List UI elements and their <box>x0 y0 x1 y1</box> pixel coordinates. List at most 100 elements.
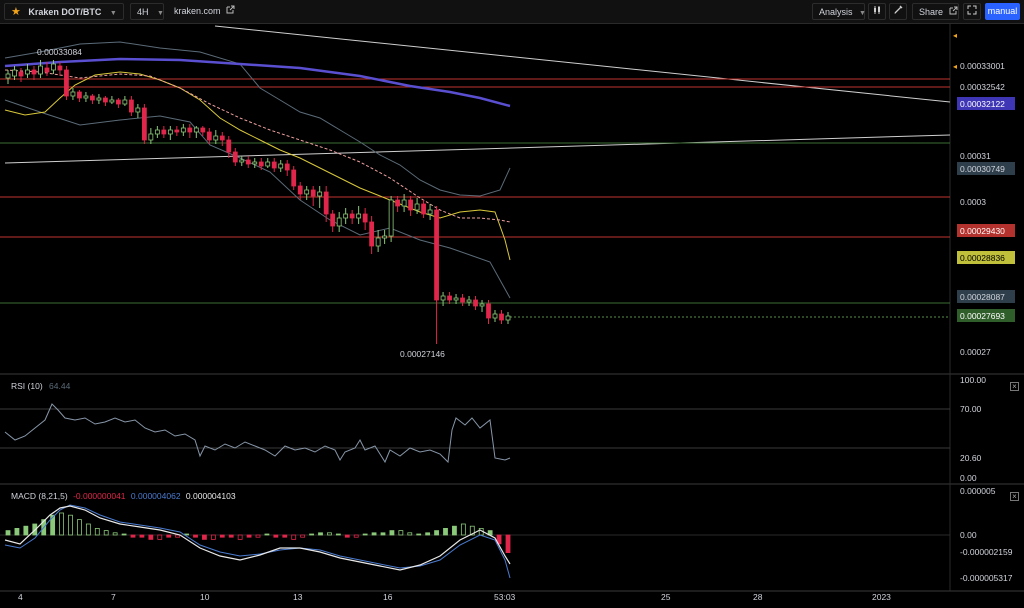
macd-bar <box>130 534 136 538</box>
candle-body <box>258 161 264 167</box>
chevron-down-icon: ▼ <box>859 10 866 17</box>
macd-bar <box>103 530 109 536</box>
candle-body <box>479 303 485 307</box>
star-icon[interactable]: ★ <box>11 6 21 18</box>
macd-bar <box>23 525 29 536</box>
candle-body <box>284 163 290 171</box>
candle-body <box>401 199 407 207</box>
candle-body <box>362 213 368 223</box>
share-button[interactable]: Share <box>912 3 959 20</box>
macd-bar <box>148 534 154 540</box>
macd-bar <box>202 534 207 540</box>
candle-body <box>278 163 284 169</box>
time-tick: 53:03 <box>494 592 516 602</box>
macd-bar <box>452 525 457 536</box>
candle-body <box>90 95 95 101</box>
candle-body <box>180 127 186 133</box>
candle-body <box>51 63 56 71</box>
trend-line-upper[interactable] <box>214 25 951 103</box>
macd-bar <box>77 519 82 536</box>
rsi-panel[interactable]: 100.00 70.00 20.60 0.00 <box>0 375 986 483</box>
candle-body <box>200 127 206 133</box>
candle-body <box>304 189 310 195</box>
macd-bar <box>94 528 100 536</box>
candle-body <box>245 159 251 165</box>
price-axis[interactable]: ◂ ◂ 0.00033001 0.00031 0.0003 0.00027 0.… <box>953 31 1015 357</box>
price-tag: 0.00027693 <box>960 311 1005 321</box>
time-tick: 16 <box>383 592 393 602</box>
candle-body <box>466 299 472 303</box>
source-label: kraken.com <box>174 6 221 16</box>
rsi-tick: 70.00 <box>960 404 982 414</box>
candle-body <box>187 127 193 133</box>
macd-bar <box>166 534 172 538</box>
close-icon[interactable]: × <box>1010 382 1019 391</box>
chevron-down-icon: ▼ <box>157 10 164 17</box>
interval-selector[interactable]: 4H ▼ <box>130 3 164 20</box>
price-tag: 0.00029430 <box>960 226 1005 236</box>
indicators-button[interactable] <box>868 3 886 20</box>
fullscreen-button[interactable] <box>963 3 981 20</box>
close-icon[interactable]: × <box>1010 492 1019 501</box>
analysis-dropdown[interactable]: Analysis ▼ <box>812 3 866 20</box>
macd-tick: -0.000002159 <box>960 547 1013 557</box>
candle-body <box>25 69 30 75</box>
rsi-value: 64.44 <box>49 381 71 391</box>
price-tag: 0.00032122 <box>960 99 1005 109</box>
pencil-icon <box>893 5 903 17</box>
macd-bar <box>309 533 314 536</box>
macd-signal-line <box>4 504 511 579</box>
alert-marker-icon: ◂ <box>953 31 957 40</box>
macd-value: 0.000004103 <box>185 491 236 501</box>
macd-line <box>4 505 511 571</box>
candle-body <box>460 297 465 303</box>
candle-body <box>57 65 63 71</box>
time-tick: 25 <box>661 592 671 602</box>
candle-body <box>414 203 420 211</box>
macd-bar <box>246 534 252 538</box>
macd-bar <box>210 534 216 540</box>
price-tick: 0.00027 <box>960 347 991 357</box>
macd-bar <box>353 534 359 538</box>
macd-signal-value: 0.000004062 <box>130 491 181 501</box>
candle-body <box>226 139 232 153</box>
macd-bar <box>416 533 422 536</box>
candle-body <box>349 213 355 219</box>
manual-button[interactable]: manual <box>985 3 1020 20</box>
rsi-line <box>4 403 511 464</box>
macd-bar <box>460 523 466 536</box>
macd-bar <box>335 533 341 536</box>
rsi-tick: 0.00 <box>960 473 977 483</box>
share-label: Share <box>919 7 944 17</box>
macd-bar <box>300 534 306 538</box>
macd-bar <box>443 528 448 536</box>
candle-body <box>5 73 11 79</box>
candle-body <box>213 135 219 141</box>
chart-area[interactable]: 0.00033084 0.00027146 ◂ ◂ 0.00033001 0.0… <box>0 24 1024 608</box>
source-link[interactable]: kraken.com <box>174 3 235 20</box>
candle-body <box>232 151 238 163</box>
candle-body <box>18 71 24 77</box>
candle-body <box>154 129 160 135</box>
candle-body <box>148 133 154 141</box>
macd-bar <box>85 523 91 536</box>
price-tag: 0.00032542 <box>960 82 1005 92</box>
candle-body <box>427 209 433 215</box>
macd-bar <box>228 534 234 538</box>
candle-body <box>219 135 225 141</box>
candle-body <box>291 169 297 187</box>
symbol-selector[interactable]: ★ Kraken DOT/BTC ▼ <box>4 3 124 20</box>
candle-body <box>128 99 134 113</box>
candle-body <box>135 107 141 113</box>
macd-bar <box>273 534 279 538</box>
time-axis[interactable]: 4 7 10 13 16 53:03 25 28 2023 <box>18 592 891 602</box>
price-tag: 0.00030749 <box>960 164 1005 174</box>
candle-body <box>252 161 258 165</box>
draw-button[interactable] <box>889 3 907 20</box>
candle-body <box>122 99 128 105</box>
macd-bar <box>425 532 431 536</box>
candle-body <box>115 99 121 105</box>
macd-bar <box>434 530 439 536</box>
candle-body <box>473 299 478 307</box>
macd-bar <box>5 530 11 536</box>
